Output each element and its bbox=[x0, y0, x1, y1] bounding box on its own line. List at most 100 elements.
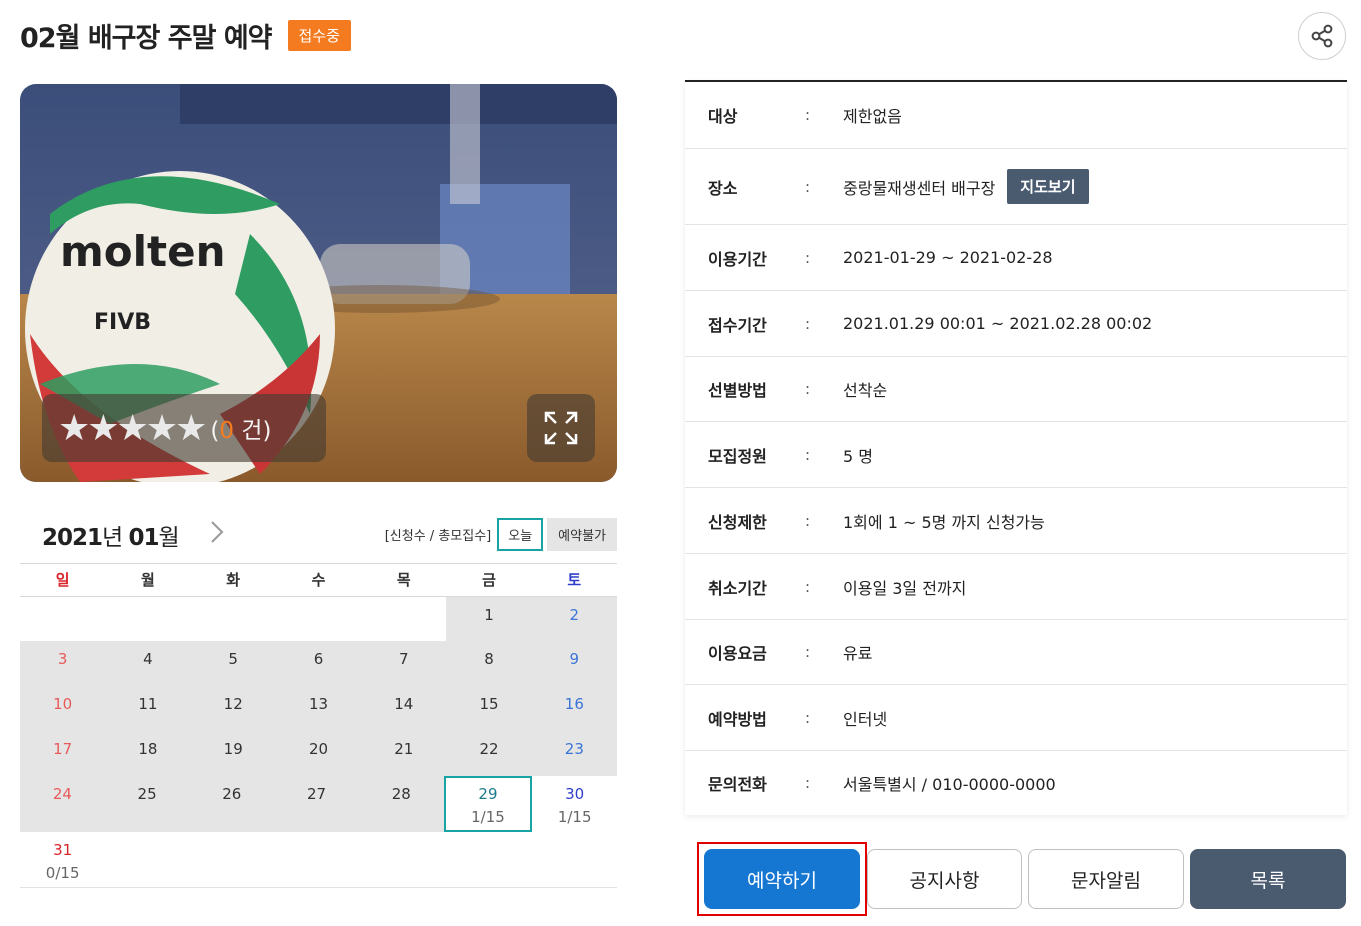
calendar-day: 15 bbox=[446, 686, 532, 731]
info-row-application-period: 접수기간 : 2021.01.29 00:01 ~ 2021.02.28 00:… bbox=[685, 291, 1347, 357]
weekday-sun: 일 bbox=[55, 571, 70, 589]
info-value: 2021-01-29 ~ 2021-02-28 bbox=[843, 248, 1053, 267]
weekday-tue: 화 bbox=[226, 571, 241, 589]
calendar-day-available[interactable]: 31 0/15 bbox=[20, 832, 106, 888]
day-number: 24 bbox=[52, 785, 72, 803]
weekday-thu: 목 bbox=[396, 571, 411, 589]
calendar-day: 5 bbox=[190, 641, 276, 686]
day-number: 17 bbox=[53, 740, 73, 758]
calendar-day: 3 bbox=[20, 641, 106, 686]
calendar-day: 16 bbox=[531, 686, 617, 731]
calendar-day: 28 bbox=[358, 776, 444, 832]
day-number: 26 bbox=[222, 785, 242, 803]
info-label: 예약방법 bbox=[708, 709, 767, 729]
info-colon: : bbox=[805, 380, 811, 398]
day-number: 13 bbox=[308, 695, 329, 713]
list-button[interactable]: 목록 bbox=[1190, 849, 1346, 909]
calendar-month-suffix: 월 bbox=[158, 525, 180, 551]
calendar-empty-cell bbox=[361, 832, 447, 888]
day-number: 11 bbox=[138, 695, 158, 713]
info-colon: : bbox=[805, 774, 811, 792]
sms-alert-button[interactable]: 문자알림 bbox=[1028, 849, 1184, 909]
rating-close: 건) bbox=[234, 418, 272, 444]
day-number: 28 bbox=[391, 785, 411, 803]
map-view-button[interactable]: 지도보기 bbox=[1007, 169, 1089, 204]
day-number: 2 bbox=[569, 606, 580, 624]
calendar-day: 1 bbox=[446, 597, 532, 641]
info-row-location: 장소 : 중랑물재생센터 배구장 지도보기 bbox=[685, 149, 1347, 225]
info-value: 이용일 3일 전까지 bbox=[843, 578, 967, 598]
legend-count-label: [신청수 / 총모집수] bbox=[384, 529, 492, 544]
calendar-empty-cell bbox=[20, 597, 105, 641]
calendar-day: 17 bbox=[20, 731, 106, 776]
legend-today: 오늘 bbox=[497, 518, 544, 551]
day-number: 23 bbox=[564, 740, 584, 758]
day-number: 10 bbox=[53, 695, 73, 713]
calendar-empty-cell bbox=[361, 597, 446, 641]
expand-icon bbox=[544, 411, 578, 445]
info-row-selection-method: 선별방법 : 선착순 bbox=[685, 357, 1347, 422]
share-icon bbox=[1311, 24, 1333, 48]
calendar-day-available[interactable]: 30 1/15 bbox=[532, 776, 617, 832]
calendar-day: 6 bbox=[275, 641, 362, 686]
day-number: 6 bbox=[313, 650, 324, 668]
info-row-cancel-period: 취소기간 : 이용일 3일 전까지 bbox=[685, 554, 1347, 620]
calendar-month-title: 2021년 01월 bbox=[42, 518, 180, 552]
facility-photo: molten FIVB ★★★★★ (0 건) bbox=[20, 84, 617, 482]
reserve-button-highlight: 예약하기 bbox=[697, 842, 867, 916]
rating-count-text: (0 건) bbox=[210, 411, 271, 445]
day-number: 20 bbox=[308, 740, 329, 758]
day-reservation-count: 0/15 bbox=[45, 864, 80, 882]
rating-open: ( bbox=[210, 418, 220, 444]
action-buttons: 예약하기 공지사항 문자알림 목록 bbox=[697, 842, 1346, 916]
calendar-empty-cell bbox=[105, 832, 191, 888]
day-number: 22 bbox=[479, 740, 499, 758]
info-row-usage-period: 이용기간 : 2021-01-29 ~ 2021-02-28 bbox=[685, 225, 1347, 291]
info-colon: : bbox=[805, 643, 811, 661]
svg-text:molten: molten bbox=[60, 227, 225, 276]
calendar-legend: [신청수 / 총모집수] 오늘 예약불가 bbox=[385, 518, 617, 551]
calendar-day: 10 bbox=[20, 686, 106, 731]
calendar-day: 2 bbox=[531, 597, 617, 641]
expand-photo-button[interactable] bbox=[527, 394, 595, 462]
calendar-week: 1 2 bbox=[20, 597, 617, 641]
calendar-empty-cell bbox=[105, 597, 190, 641]
reserve-button[interactable]: 예약하기 bbox=[704, 849, 860, 909]
day-number: 19 bbox=[223, 740, 243, 758]
status-badge: 접수중 bbox=[287, 20, 351, 51]
reservation-info-table: 대상 : 제한없음 장소 : 중랑물재생센터 배구장 지도보기 이용기간 : 2… bbox=[685, 80, 1347, 815]
calendar-week: 17 18 19 20 21 22 23 bbox=[20, 731, 617, 776]
info-value: 1회에 1 ~ 5명 까지 신청가능 bbox=[843, 512, 1045, 532]
calendar-year-suffix: 년 bbox=[102, 525, 123, 551]
day-number: 18 bbox=[138, 740, 158, 758]
calendar-day-today[interactable]: 29 1/15 bbox=[443, 776, 533, 832]
info-label: 이용기간 bbox=[708, 249, 767, 269]
calendar-day: 22 bbox=[446, 731, 532, 776]
next-month-button[interactable] bbox=[206, 518, 228, 546]
calendar-day: 4 bbox=[105, 641, 191, 686]
notice-button[interactable]: 공지사항 bbox=[867, 849, 1022, 909]
calendar-day: 11 bbox=[105, 686, 191, 731]
star-rating-icon: ★★★★★ bbox=[58, 407, 207, 449]
share-button[interactable] bbox=[1298, 12, 1346, 60]
calendar-day: 27 bbox=[274, 776, 359, 832]
info-label: 장소 bbox=[708, 178, 738, 198]
page-title: 02월 배구장 주말 예약 bbox=[20, 23, 272, 54]
calendar-empty-cell bbox=[191, 597, 276, 641]
calendar-week: 24 25 26 27 28 29 1/15 30 1/15 bbox=[20, 776, 617, 832]
info-colon: : bbox=[805, 106, 811, 124]
calendar-day: 25 bbox=[104, 776, 190, 832]
info-label: 취소기간 bbox=[708, 578, 767, 598]
day-number: 31 bbox=[53, 841, 73, 859]
day-number: 5 bbox=[228, 650, 238, 668]
calendar-empty-cell bbox=[531, 832, 617, 888]
info-colon: : bbox=[805, 445, 811, 464]
info-row-reservation-method: 예약방법 : 인터넷 bbox=[685, 685, 1347, 751]
info-colon: : bbox=[805, 708, 811, 727]
day-number: 15 bbox=[479, 695, 499, 713]
day-number: 21 bbox=[394, 740, 414, 758]
day-number: 1 bbox=[484, 606, 494, 624]
weekday-row: 일 월 화 수 목 금 토 bbox=[20, 563, 617, 597]
weekday-mon: 월 bbox=[141, 571, 155, 589]
calendar-day: 24 bbox=[20, 776, 105, 832]
